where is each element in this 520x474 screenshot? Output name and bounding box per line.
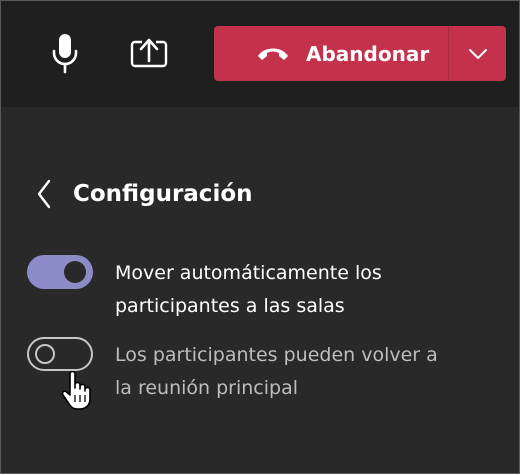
auto-move-toggle[interactable] [27, 255, 93, 289]
chevron-down-icon [468, 48, 487, 59]
meeting-toolbar: Abandonar [1, 1, 519, 107]
hang-up-icon [256, 44, 290, 64]
leave-label: Abandonar [306, 41, 430, 66]
microphone-icon [52, 34, 78, 74]
return-to-main-label: Los participantes pueden volver a la reu… [115, 339, 515, 405]
return-to-main-label-line1: Los participantes pueden volver a [115, 344, 438, 366]
return-to-main-toggle[interactable] [27, 337, 93, 371]
leave-options-dropdown[interactable] [449, 26, 506, 81]
panel-title: Configuración [73, 181, 253, 207]
share-screen-icon [130, 38, 168, 68]
breakout-rooms-window: Abandonar Configuración Mover automática… [0, 0, 520, 474]
toggle-knob [64, 261, 86, 283]
share-screen-button[interactable] [128, 32, 170, 74]
auto-move-label: Mover automáticamente los participantes … [115, 257, 515, 323]
back-button[interactable] [31, 177, 57, 211]
auto-move-label-line1: Mover automáticamente los [115, 262, 382, 284]
microphone-button[interactable] [44, 32, 86, 74]
chevron-left-icon [37, 179, 51, 209]
toggle-knob [35, 344, 55, 364]
hand-pointer-cursor-icon [61, 371, 91, 410]
leave-button[interactable]: Abandonar [214, 26, 448, 81]
return-to-main-label-line2: la reunión principal [115, 377, 299, 399]
leave-button-group: Abandonar [214, 26, 506, 81]
auto-move-label-line2: participantes a las salas [115, 295, 345, 317]
